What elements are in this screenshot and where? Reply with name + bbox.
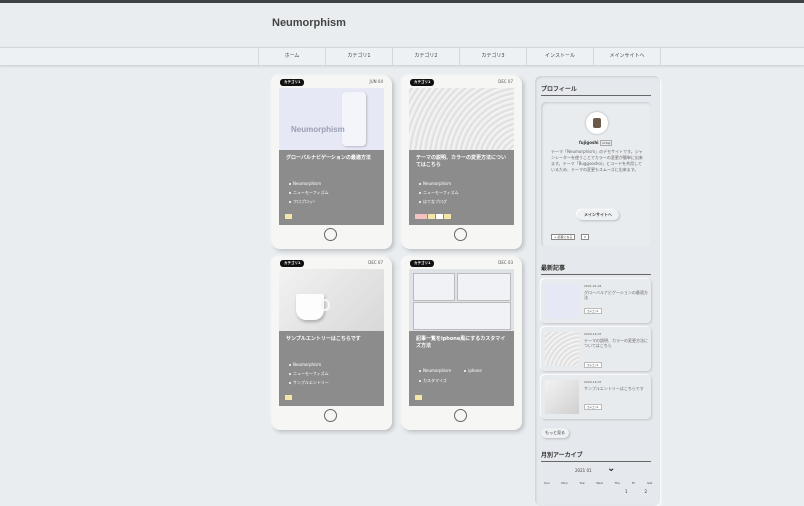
share-buttons <box>415 395 422 400</box>
calendar-weekdays: Sun Mon Tue Wed Thu Fri Sat <box>544 481 652 485</box>
article-thumbnail <box>409 88 514 150</box>
tag[interactable]: カスタマイズ <box>419 376 482 385</box>
calendar-days: 1 2 <box>625 489 647 494</box>
category-badge[interactable]: カテゴリ1 <box>410 260 435 267</box>
nav-item-category2[interactable]: カテゴリ2 <box>392 48 459 65</box>
nav-item-category1[interactable]: カテゴリ1 <box>325 48 392 65</box>
calendar-day[interactable]: 2 <box>644 489 647 494</box>
share-buttons <box>285 395 292 400</box>
phone-screen: テーマの説明、カラーの変更方法についてはこちら Neumorphism ニューモ… <box>409 88 514 225</box>
share-icon[interactable] <box>285 214 292 219</box>
nav-item-category3[interactable]: カテゴリ3 <box>459 48 526 65</box>
article-thumbnail <box>279 269 384 331</box>
article-date: DEC 07 <box>498 79 513 84</box>
share-icon[interactable] <box>415 214 427 219</box>
article-date: DEC 07 <box>368 260 383 265</box>
recent-thumbnail <box>545 284 579 318</box>
phone-screen: 記事一覧をiphone風にするカスタマイズ方法 Neumorphism ipho… <box>409 269 514 406</box>
article-title[interactable]: テーマの説明、カラーの変更方法についてはこちら <box>416 155 508 169</box>
article-thumbnail: Neumorphism <box>279 88 384 150</box>
article-title[interactable]: 記事一覧をiphone風にするカスタマイズ方法 <box>416 336 508 350</box>
profile-heading: プロフィール <box>541 84 651 96</box>
tag[interactable]: ニューモーフィズム <box>289 188 329 197</box>
tag[interactable]: はてなブログ <box>419 197 459 206</box>
share-icon[interactable] <box>444 214 451 219</box>
phone-screen: サンプルエントリーはこちらです Neumorphism ニューモーフィズム サン… <box>279 269 384 406</box>
category-badge[interactable]: カテゴリ1 <box>280 260 305 267</box>
main-site-button[interactable]: メインサイトへ <box>577 210 619 220</box>
recent-date: 2020-12-07 <box>584 332 602 336</box>
category-badge[interactable]: カテゴリ1 <box>410 79 435 86</box>
recent-title[interactable]: テーマの説明、カラーの変更方法についてはこちら <box>584 338 648 348</box>
recent-title[interactable]: サンプルエントリーはこちらです <box>584 386 648 391</box>
recent-tag[interactable]: カテゴリ1 <box>584 362 602 368</box>
recent-date: 2021-01-04 <box>584 284 602 288</box>
article-date: DEC 03 <box>498 260 513 265</box>
tag-list: Neumorphism ニューモーフィズム フロブロッ！ <box>289 179 329 206</box>
article-card[interactable]: カテゴリ1 DEC 07 テーマの説明、カラーの変更方法についてはこちら Neu… <box>402 76 522 249</box>
tag[interactable]: Neumorphism <box>289 179 329 188</box>
tag[interactable]: サンプルエントリー <box>289 378 329 387</box>
recent-thumbnail <box>545 332 579 366</box>
global-nav: ホーム カテゴリ1 カテゴリ2 カテゴリ3 インストール メインサイトへ <box>0 47 804 66</box>
site-title[interactable]: Neumorphism <box>272 17 346 29</box>
article-card[interactable]: カテゴリ1 JUN 04 Neumorphism グローバルナビゲーションの最適… <box>272 76 392 249</box>
profile-box: fujigoshi id:fuji テーマ「Neumorphism」のデモサイト… <box>541 102 651 247</box>
tag[interactable]: フロブロッ！ <box>289 197 329 206</box>
share-icon[interactable] <box>415 395 422 400</box>
article-title[interactable]: グローバルナビゲーションの最適方法 <box>286 155 378 162</box>
avatar[interactable] <box>586 112 608 134</box>
home-button-icon <box>454 409 467 422</box>
recent-thumbnail <box>545 380 579 414</box>
article-date: JUN 04 <box>369 79 383 84</box>
phone-screen: Neumorphism グローバルナビゲーションの最適方法 Neumorphis… <box>279 88 384 225</box>
follower-count: 2 <box>581 234 589 240</box>
tag[interactable]: ニューモーフィズム <box>419 188 459 197</box>
recent-tag[interactable]: カテゴリ1 <box>584 404 602 410</box>
nav-item-install[interactable]: インストール <box>526 48 593 65</box>
article-thumbnail <box>409 269 514 331</box>
recent-entry[interactable]: 2020-12-07 サンプルエントリーはこちらです カテゴリ1 <box>541 375 651 419</box>
share-icon[interactable] <box>436 214 443 219</box>
share-buttons <box>415 214 451 219</box>
nav-item-main-site[interactable]: メインサイトへ <box>593 48 661 65</box>
profile-name[interactable]: fujigoshi id:fuji <box>579 140 613 146</box>
share-icon[interactable] <box>285 395 292 400</box>
profile-description: テーマ「Neumorphism」のデモサイトです。ジャンレーターを使うことでカラ… <box>551 149 643 172</box>
tag-list: Neumorphism iphone カスタマイズ <box>419 357 482 385</box>
top-bar <box>0 0 804 3</box>
tag[interactable]: iphone <box>464 366 482 375</box>
article-card[interactable]: カテゴリ1 DEC 03 記事一覧をiphone風にするカスタマイズ方法 Neu… <box>402 257 522 430</box>
recent-date: 2020-12-07 <box>584 380 602 384</box>
tag-list: Neumorphism ニューモーフィズム サンプルエントリー <box>289 360 329 387</box>
article-card[interactable]: カテゴリ1 DEC 07 サンプルエントリーはこちらです Neumorphism… <box>272 257 392 430</box>
home-button-icon <box>454 228 467 241</box>
chevron-down-icon[interactable]: ⌄ <box>607 463 615 474</box>
follow-button[interactable]: + 読者になる <box>551 234 576 240</box>
tag[interactable]: Neumorphism <box>419 366 451 375</box>
thumbnail-logo-text: Neumorphism <box>291 125 345 134</box>
home-button-icon <box>324 409 337 422</box>
home-button-icon <box>324 228 337 241</box>
tag[interactable]: ニューモーフィズム <box>289 369 329 378</box>
recent-title[interactable]: グローバルナビゲーションの最適方法 <box>584 290 648 300</box>
category-badge[interactable]: カテゴリ1 <box>280 79 305 86</box>
nav-item-home[interactable]: ホーム <box>258 48 325 65</box>
tag-list: Neumorphism ニューモーフィズム はてなブログ <box>419 179 459 206</box>
recent-entry[interactable]: 2020-12-07 テーマの説明、カラーの変更方法についてはこちら カテゴリ1 <box>541 327 651 371</box>
article-title[interactable]: サンプルエントリーはこちらです <box>286 336 378 343</box>
share-buttons <box>285 214 292 219</box>
calendar-month: 2021 01 <box>575 468 592 473</box>
more-button[interactable]: もっと見る <box>541 428 569 438</box>
tag[interactable]: Neumorphism <box>419 179 459 188</box>
tag[interactable]: Neumorphism <box>289 360 329 369</box>
sidebar: プロフィール fujigoshi id:fuji テーマ「Neumorphism… <box>535 76 660 506</box>
recent-tag[interactable]: カテゴリ1 <box>584 308 602 314</box>
archive-heading: 月別アーカイブ <box>541 450 651 462</box>
recent-entry[interactable]: 2021-01-04 グローバルナビゲーションの最適方法 カテゴリ1 <box>541 279 651 323</box>
share-icon[interactable] <box>428 214 435 219</box>
recent-heading: 最新記事 <box>541 263 651 275</box>
calendar-day[interactable]: 1 <box>625 489 628 494</box>
